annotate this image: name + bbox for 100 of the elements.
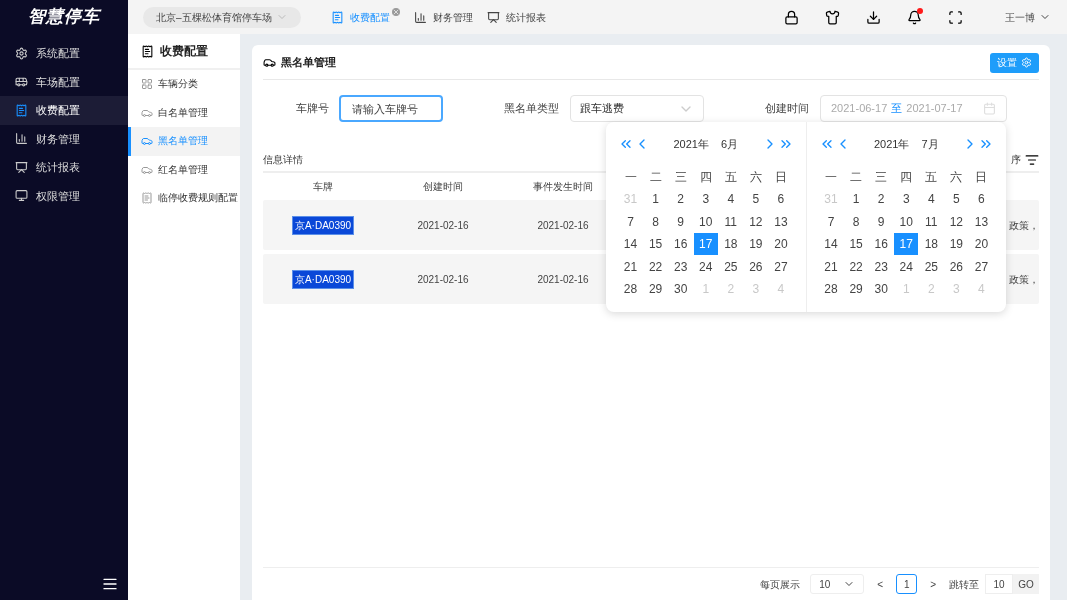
calendar-day[interactable]: 2 [869, 188, 894, 211]
sidebar-item[interactable]: 统计报表 [0, 153, 128, 182]
bar-chart-icon [15, 132, 28, 146]
calendar-day[interactable]: 6 [768, 188, 793, 211]
weekday-label: 二 [850, 169, 863, 186]
calendar-day[interactable]: 19 [944, 233, 969, 256]
notification-icon[interactable] [907, 9, 922, 25]
prev-page-button[interactable]: < [874, 576, 887, 592]
calendar-day[interactable]: 19 [743, 233, 768, 256]
calendar-day[interactable]: 11 [718, 210, 743, 233]
next-page-button[interactable]: > [927, 576, 939, 592]
calendar-day[interactable]: 30 [869, 278, 894, 301]
calendar-day[interactable]: 1 [844, 188, 869, 211]
calendar-day[interactable]: 23 [869, 255, 894, 278]
calendar-day[interactable]: 29 [844, 278, 869, 301]
calendar-day[interactable]: 24 [894, 255, 919, 278]
submenu-item[interactable]: 白名单管理 [128, 98, 240, 127]
presentation-icon [15, 160, 28, 174]
calendar-day[interactable]: 1 [643, 188, 668, 211]
parking-lot-selector[interactable]: 北京–五棵松体育馆停车场 [143, 6, 301, 28]
calendar-day[interactable]: 5 [944, 188, 969, 211]
calendar-day[interactable]: 28 [618, 278, 643, 301]
calendar-day[interactable]: 10 [693, 210, 718, 233]
calendar-day[interactable]: 14 [819, 233, 844, 256]
calendar-day[interactable]: 8 [643, 210, 668, 233]
jump-input[interactable]: 10 [985, 574, 1013, 594]
go-button[interactable]: GO [1013, 574, 1039, 594]
calendar-day[interactable]: 12 [944, 210, 969, 233]
calendar-day[interactable]: 21 [819, 255, 844, 278]
calendar-day[interactable]: 23 [668, 255, 693, 278]
calendar-day[interactable]: 27 [768, 255, 793, 278]
user-menu[interactable]: 王一博 [1005, 9, 1051, 25]
table-cell-text: 政策， [1009, 218, 1039, 233]
calendar-day[interactable]: 4 [919, 188, 944, 211]
page-button[interactable]: 1 [896, 574, 918, 594]
presentation-icon [486, 10, 500, 24]
submenu-item[interactable]: 临停收费规则配置 [128, 184, 240, 213]
submenu-title: 收费配置 [160, 43, 208, 60]
calendar-day[interactable]: 8 [844, 210, 869, 233]
calendar-day[interactable]: 28 [819, 278, 844, 301]
calendar-day[interactable]: 16 [668, 233, 693, 256]
calendar-day[interactable]: 4 [718, 188, 743, 211]
calendar-day[interactable]: 30 [668, 278, 693, 301]
weekday-label: 四 [900, 169, 913, 186]
lock-icon[interactable] [784, 9, 799, 25]
fullscreen-icon[interactable] [948, 9, 963, 25]
calendar-day[interactable]: 15 [643, 233, 668, 256]
page-size-label: 每页展示 [760, 577, 801, 592]
calendar-day[interactable]: 29 [643, 278, 668, 301]
calendar-day[interactable]: 2 [668, 188, 693, 211]
sidebar-item[interactable]: 车场配置 [0, 67, 128, 96]
calendar-day[interactable]: 9 [869, 210, 894, 233]
calendar-day[interactable]: 3 [894, 188, 919, 211]
collapse-menu-icon[interactable] [102, 576, 118, 592]
calendar-day[interactable]: 14 [618, 233, 643, 256]
calendar-day[interactable]: 25 [919, 255, 944, 278]
submenu-item[interactable]: 车辆分类 [128, 70, 240, 99]
calendar-day[interactable]: 18 [919, 233, 944, 256]
date-label: 创建时间 [765, 101, 809, 117]
calendar-day[interactable]: 20 [969, 233, 994, 256]
page-size-select[interactable]: 10 [810, 574, 865, 594]
table-cell-text: 2021-02-16 [417, 218, 469, 233]
calendar-day[interactable]: 27 [969, 255, 994, 278]
top-tab[interactable]: 统计报表 [486, 8, 546, 26]
calendar-day[interactable]: 7 [819, 210, 844, 233]
calendar-day[interactable]: 24 [693, 255, 718, 278]
download-icon[interactable] [866, 9, 881, 25]
calendar-day[interactable]: 22 [844, 255, 869, 278]
calendar-day[interactable]: 25 [718, 255, 743, 278]
calendar-day[interactable]: 5 [743, 188, 768, 211]
calendar-day[interactable]: 12 [743, 210, 768, 233]
submenu-item[interactable]: 红名单管理 [128, 155, 240, 184]
calendar-day[interactable]: 26 [743, 255, 768, 278]
calendar-day[interactable]: 10 [894, 210, 919, 233]
top-tab[interactable]: 财务管理 [413, 8, 473, 26]
calendar-day[interactable]: 9 [668, 210, 693, 233]
calendar-day[interactable]: 7 [618, 210, 643, 233]
calendar-icon [983, 102, 996, 115]
calendar-day[interactable]: 20 [768, 233, 793, 256]
sidebar-item[interactable]: 财务管理 [0, 124, 128, 153]
calendar-day[interactable]: 15 [844, 233, 869, 256]
calendar-day[interactable]: 13 [969, 210, 994, 233]
sidebar-item[interactable]: 系统配置 [0, 39, 128, 68]
plate-input[interactable]: 请输入车牌号 [339, 95, 443, 122]
calendar-day[interactable]: 16 [869, 233, 894, 256]
calendar-day[interactable]: 26 [944, 255, 969, 278]
close-icon[interactable] [391, 8, 400, 16]
shirt-icon[interactable] [825, 9, 840, 25]
sidebar-item[interactable]: 收费配置 [0, 96, 128, 125]
bus-icon [15, 75, 28, 89]
calendar-day[interactable]: 13 [768, 210, 793, 233]
calendar-day[interactable]: 21 [618, 255, 643, 278]
calendar-day[interactable]: 3 [693, 188, 718, 211]
calendar-day[interactable]: 6 [969, 188, 994, 211]
sidebar-label: 统计报表 [36, 160, 80, 175]
calendar-day[interactable]: 22 [643, 255, 668, 278]
sort-icon[interactable] [1025, 152, 1039, 167]
sidebar-item[interactable]: 权限管理 [0, 181, 128, 210]
calendar-day[interactable]: 11 [919, 210, 944, 233]
calendar-day[interactable]: 18 [718, 233, 743, 256]
